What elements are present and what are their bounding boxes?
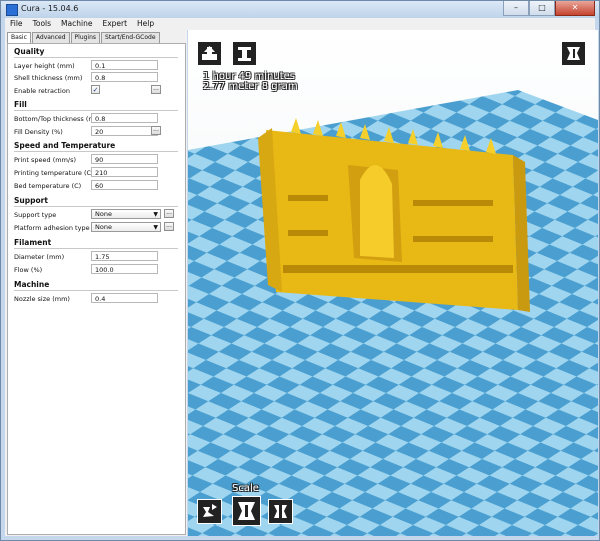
title-bar[interactable]: Cura - 15.04.6 – □ ✕ <box>1 1 599 18</box>
speed-divider <box>14 151 178 152</box>
mirror-icon <box>274 505 287 518</box>
fill-settings-button[interactable]: ... <box>151 126 161 135</box>
diameter-input[interactable]: 1.75 <box>91 251 158 261</box>
3d-viewport[interactable]: 1 hour 49 minutes 2.77 meter 8 gram Scal… <box>188 30 598 536</box>
support-settings-button[interactable]: ... <box>164 209 174 218</box>
tab-advanced[interactable]: Advanced <box>31 32 70 43</box>
printing-temp-input[interactable]: 210 <box>91 167 158 177</box>
menu-bar: File Tools Machine Expert Help <box>5 18 595 30</box>
scale-icon <box>238 502 255 520</box>
support-divider <box>14 206 178 207</box>
retraction-label: Enable retraction <box>14 87 70 95</box>
castle-wall-model[interactable] <box>258 118 530 312</box>
support-type-value: None <box>95 210 112 218</box>
view-mode-button[interactable] <box>561 41 586 66</box>
fill-density-label: Fill Density (%) <box>14 128 63 136</box>
quality-heading: Quality <box>14 47 45 56</box>
quality-divider <box>14 57 178 58</box>
chevron-down-icon: ▼ <box>153 211 158 218</box>
support-type-select[interactable]: None ▼ <box>91 209 161 219</box>
menu-help[interactable]: Help <box>132 18 159 30</box>
support-type-label: Support type <box>14 211 57 219</box>
settings-tabs: Basic Advanced Plugins Start/End-GCode <box>7 32 161 44</box>
cura-window: Cura - 15.04.6 – □ ✕ File Tools Machine … <box>0 0 600 541</box>
fill-divider <box>14 110 178 111</box>
print-speed-label: Print speed (mm/s) <box>14 156 77 164</box>
scale-tooltip: Scale <box>232 483 259 494</box>
shell-thickness-label: Shell thickness (mm) <box>14 74 83 82</box>
scale-tool-button[interactable] <box>232 496 261 526</box>
layer-height-label: Layer height (mm) <box>14 62 75 70</box>
menu-machine[interactable]: Machine <box>56 18 97 30</box>
window-title: Cura - 15.04.6 <box>21 4 79 13</box>
flow-input[interactable]: 100.0 <box>91 264 158 274</box>
adhesion-select[interactable]: None ▼ <box>91 222 161 232</box>
retraction-settings-button[interactable]: ... <box>151 85 161 94</box>
filament-heading: Filament <box>14 238 52 247</box>
mirror-tool-button[interactable] <box>268 499 293 524</box>
maximize-button[interactable]: □ <box>529 1 555 16</box>
tab-start-end-gcode[interactable]: Start/End-GCode <box>101 32 160 43</box>
machine-divider <box>14 290 178 291</box>
rotate-icon <box>203 504 217 517</box>
speed-heading: Speed and Temperature <box>14 141 116 150</box>
machine-heading: Machine <box>14 280 50 289</box>
flow-label: Flow (%) <box>14 266 43 274</box>
support-heading: Support <box>14 196 48 205</box>
close-button[interactable]: ✕ <box>555 1 595 16</box>
view-mode-icon <box>567 47 580 60</box>
load-icon <box>202 46 217 60</box>
rotate-tool-button[interactable] <box>197 499 222 524</box>
cura-app-icon <box>6 4 18 16</box>
menu-file[interactable]: File <box>5 18 28 30</box>
adhesion-value: None <box>95 223 112 231</box>
print-button[interactable] <box>232 41 257 66</box>
fill-heading: Fill <box>14 100 27 109</box>
bottom-top-input[interactable]: 0.8 <box>91 113 158 123</box>
tab-plugins[interactable]: Plugins <box>70 32 101 43</box>
adhesion-label: Platform adhesion type <box>14 224 90 232</box>
print-icon <box>238 47 251 61</box>
print-speed-input[interactable]: 90 <box>91 154 158 164</box>
fill-density-input[interactable]: 20 <box>91 126 158 136</box>
build-plate-scene <box>188 30 598 536</box>
window-controls: – □ ✕ <box>503 1 595 16</box>
shell-thickness-input[interactable]: 0.8 <box>91 72 158 82</box>
layer-height-input[interactable]: 0.1 <box>91 60 158 70</box>
bed-temp-label: Bed temperature (C) <box>14 182 82 190</box>
material-usage-text: 2.77 meter 8 gram <box>203 81 298 92</box>
chevron-down-icon: ▼ <box>153 224 158 231</box>
nozzle-label: Nozzle size (mm) <box>14 295 70 303</box>
menu-expert[interactable]: Expert <box>97 18 132 30</box>
filament-divider <box>14 248 178 249</box>
basic-tab-content: Quality Layer height (mm) 0.1 Shell thic… <box>7 43 186 535</box>
menu-tools[interactable]: Tools <box>28 18 56 30</box>
diameter-label: Diameter (mm) <box>14 253 65 261</box>
bed-temp-input[interactable]: 60 <box>91 180 158 190</box>
printing-temp-label: Printing temperature (C) <box>14 169 94 177</box>
settings-panel: Basic Advanced Plugins Start/End-GCode Q… <box>5 30 187 536</box>
adhesion-settings-button[interactable]: ... <box>164 222 174 231</box>
load-model-button[interactable] <box>197 41 222 66</box>
retraction-checkbox[interactable]: ✓ <box>91 85 100 94</box>
minimize-button[interactable]: – <box>503 1 529 16</box>
nozzle-input[interactable]: 0.4 <box>91 293 158 303</box>
